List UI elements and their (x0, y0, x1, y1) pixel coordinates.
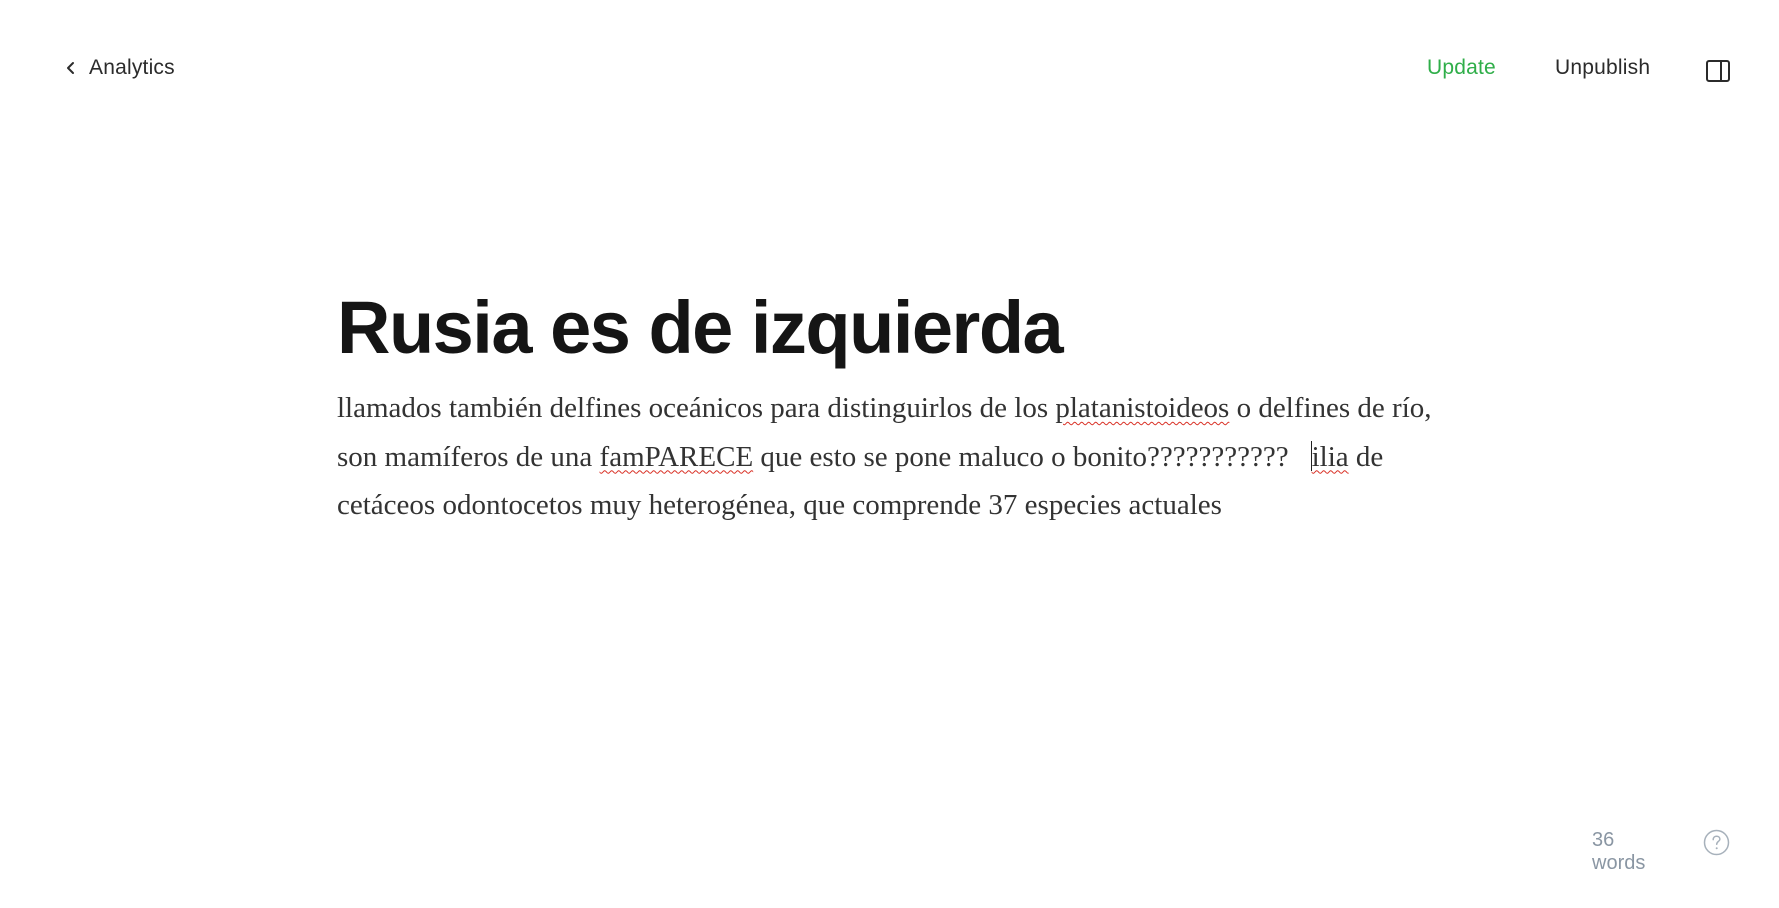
post-editor[interactable]: Rusia es de izquierda llamados también d… (337, 280, 1457, 530)
post-title[interactable]: Rusia es de izquierda (337, 280, 1457, 376)
misspelled-word: platanistoideos (1055, 392, 1230, 424)
unpublish-button[interactable]: Unpublish (1555, 56, 1650, 80)
misspelled-word: famPARECE (599, 440, 754, 473)
chevron-left-icon (63, 58, 79, 78)
top-bar: Analytics Update Unpublish (0, 0, 1779, 142)
misspelled-word: ilia (1311, 440, 1349, 473)
body-text: que esto se pone maluco o bonito????????… (753, 440, 1289, 473)
sidebar-toggle-icon (1705, 59, 1731, 83)
back-link-label: Analytics (89, 56, 175, 79)
update-button[interactable]: Update (1427, 56, 1496, 80)
post-body[interactable]: llamados también delfines oceánicos para… (337, 384, 1457, 530)
question-circle-icon (1703, 829, 1730, 856)
sidebar-toggle-button[interactable] (1705, 59, 1731, 83)
body-text: llamados también delfines oceánicos para… (337, 392, 1056, 424)
word-count: 36 words (1592, 829, 1646, 874)
help-button[interactable] (1703, 829, 1730, 856)
back-to-analytics-link[interactable]: Analytics (63, 56, 175, 80)
